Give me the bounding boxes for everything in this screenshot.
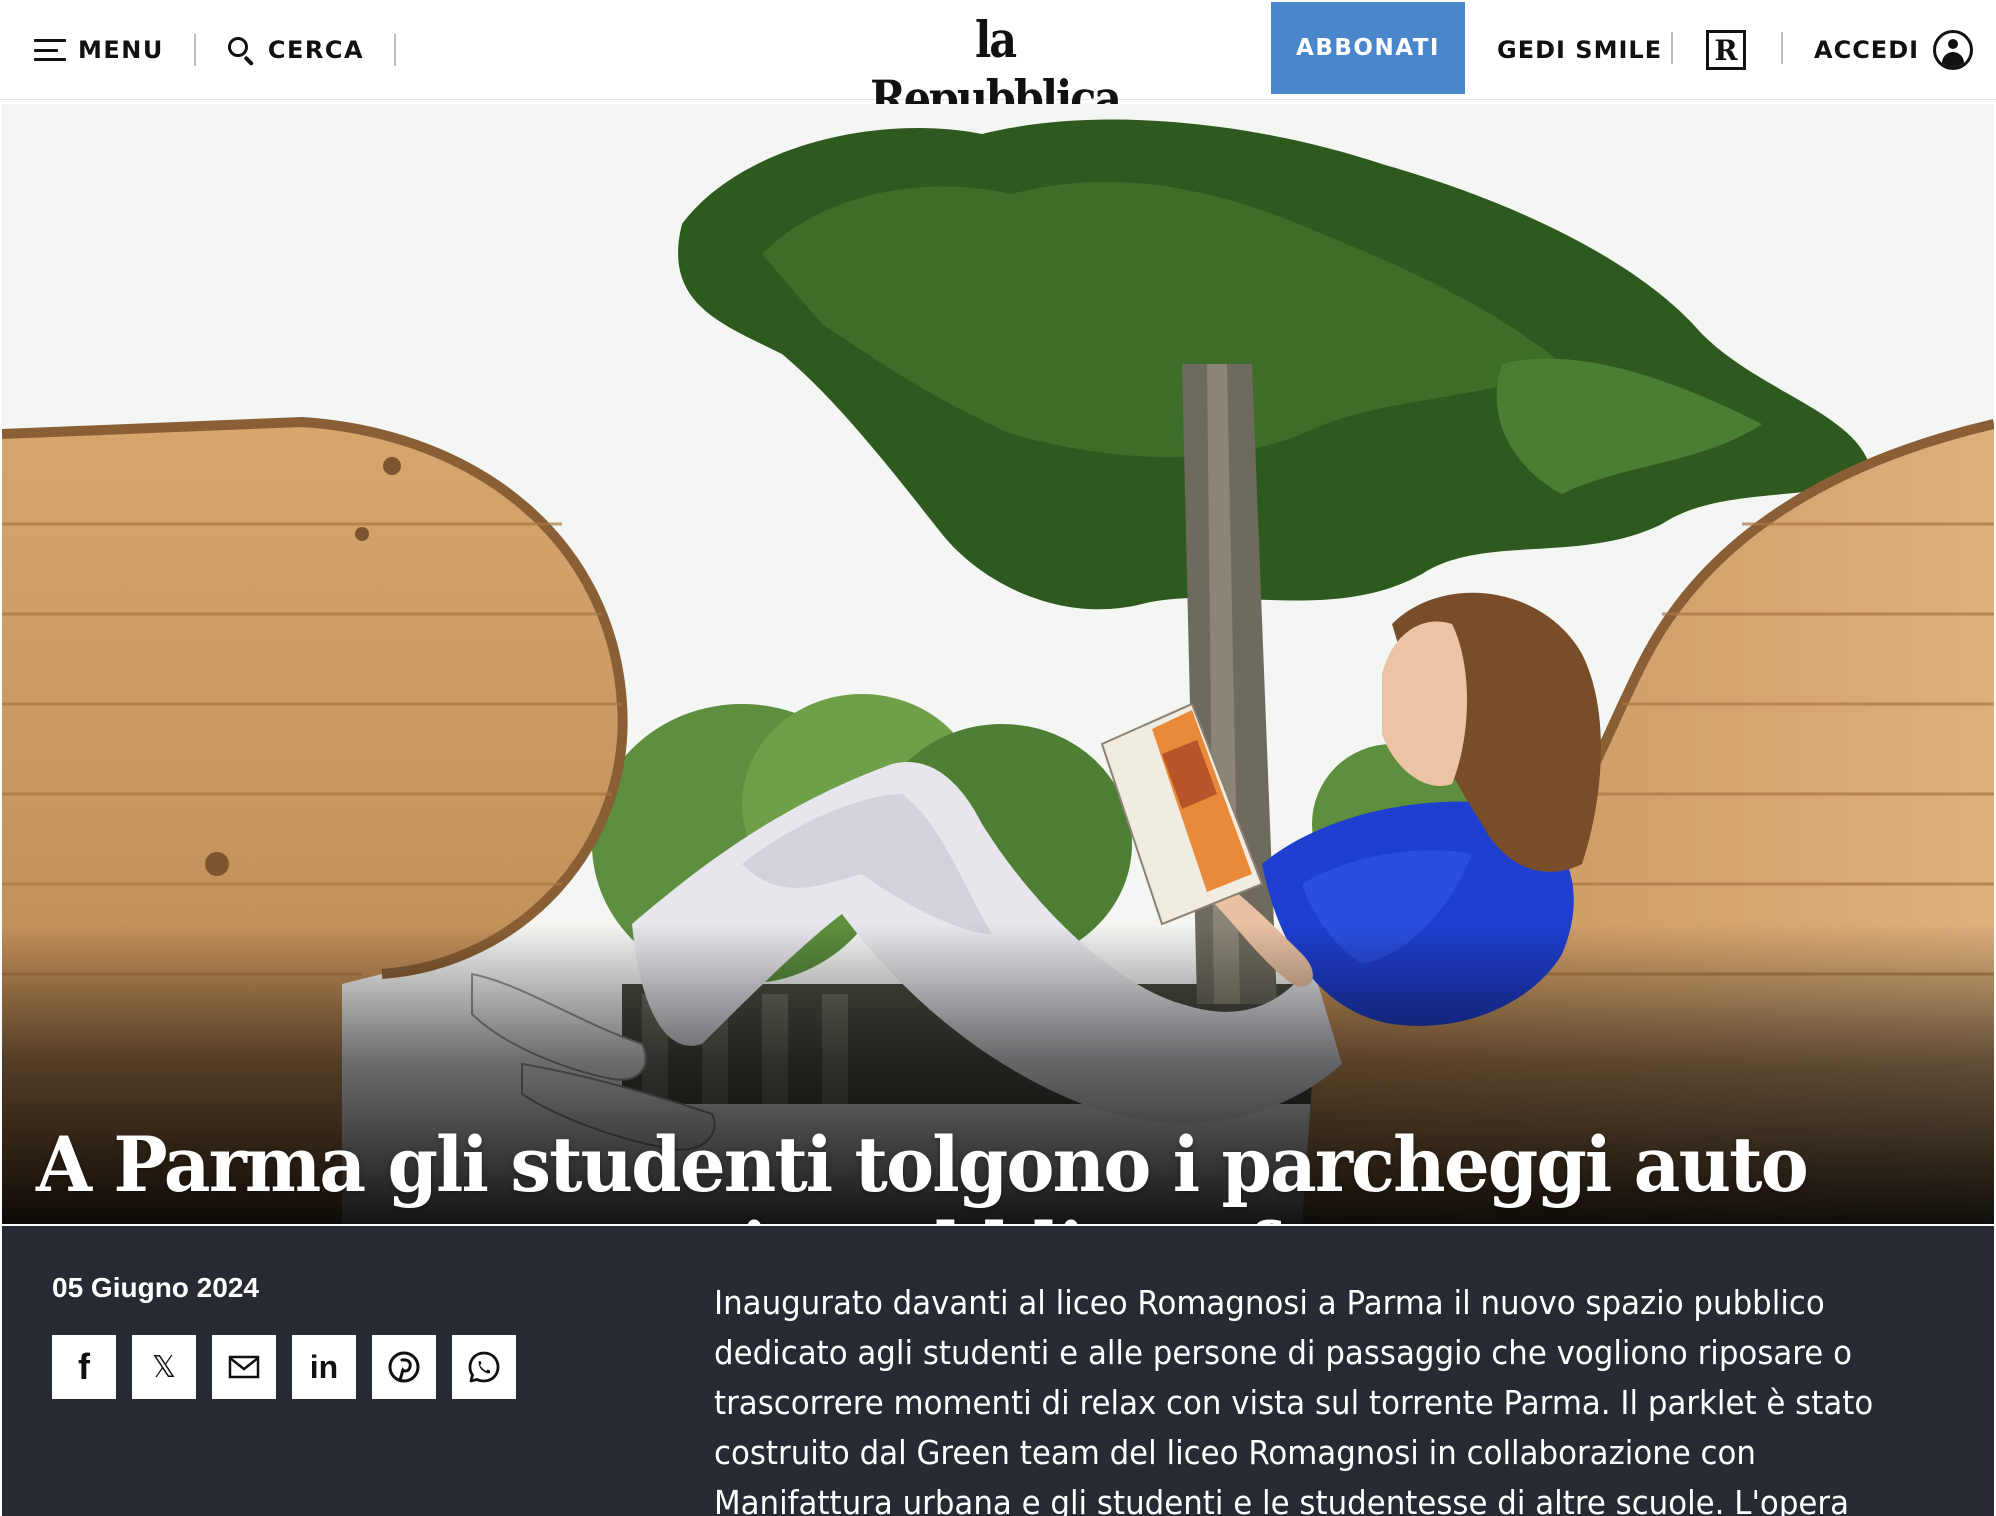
user-icon (1933, 30, 1974, 70)
share-whatsapp-button[interactable] (452, 1335, 516, 1399)
subscribe-button[interactable]: ABBONATI (1271, 2, 1465, 94)
gedi-smile-link[interactable]: GEDI SMILE (1497, 0, 1662, 100)
mail-icon (228, 1355, 260, 1379)
share-facebook-button[interactable]: f (52, 1335, 116, 1399)
pinterest-icon (388, 1351, 420, 1383)
facebook-icon: f (78, 1346, 90, 1387)
search-icon (226, 35, 256, 66)
divider (394, 34, 397, 66)
hero-photo-illustration (2, 104, 1994, 1224)
share-x-button[interactable]: 𝕏 (132, 1335, 196, 1399)
whatsapp-icon (468, 1351, 500, 1383)
share-pinterest-button[interactable] (372, 1335, 436, 1399)
article-summary: Inaugurato davanti al liceo Romagnosi a … (714, 1283, 1874, 1516)
hamburger-icon (34, 39, 66, 61)
divider (1671, 32, 1673, 64)
share-email-button[interactable] (212, 1335, 276, 1399)
menu-button[interactable]: MENU (34, 36, 164, 64)
menu-label: MENU (78, 36, 164, 64)
article-meta-section: 05 Giugno 2024 f 𝕏 in Inaugurato davanti… (2, 1226, 1994, 1516)
site-header: MENU CERCA la Repubblica ABBONATI GEDI S… (0, 0, 1996, 128)
search-label: CERCA (267, 36, 365, 64)
divider (193, 34, 196, 66)
linkedin-icon: in (309, 1348, 339, 1385)
repubblica-r-icon[interactable]: R (1706, 30, 1746, 70)
hero-image: A Parma gli studenti tolgono i parcheggi… (2, 104, 1994, 1224)
publish-date: 05 Giugno 2024 (52, 1272, 259, 1303)
search-button[interactable]: CERCA (226, 35, 365, 66)
header-left-group: MENU CERCA (34, 0, 426, 100)
login-label: ACCEDI (1814, 36, 1920, 64)
article-headline[interactable]: A Parma gli studenti tolgono i parcheggi… (36, 1122, 1841, 1225)
share-linkedin-button[interactable]: in (292, 1335, 356, 1399)
x-icon: 𝕏 (151, 1349, 177, 1385)
divider (1781, 32, 1783, 64)
share-bar: f 𝕏 in (52, 1335, 532, 1399)
login-button[interactable]: ACCEDI (1814, 0, 1974, 100)
